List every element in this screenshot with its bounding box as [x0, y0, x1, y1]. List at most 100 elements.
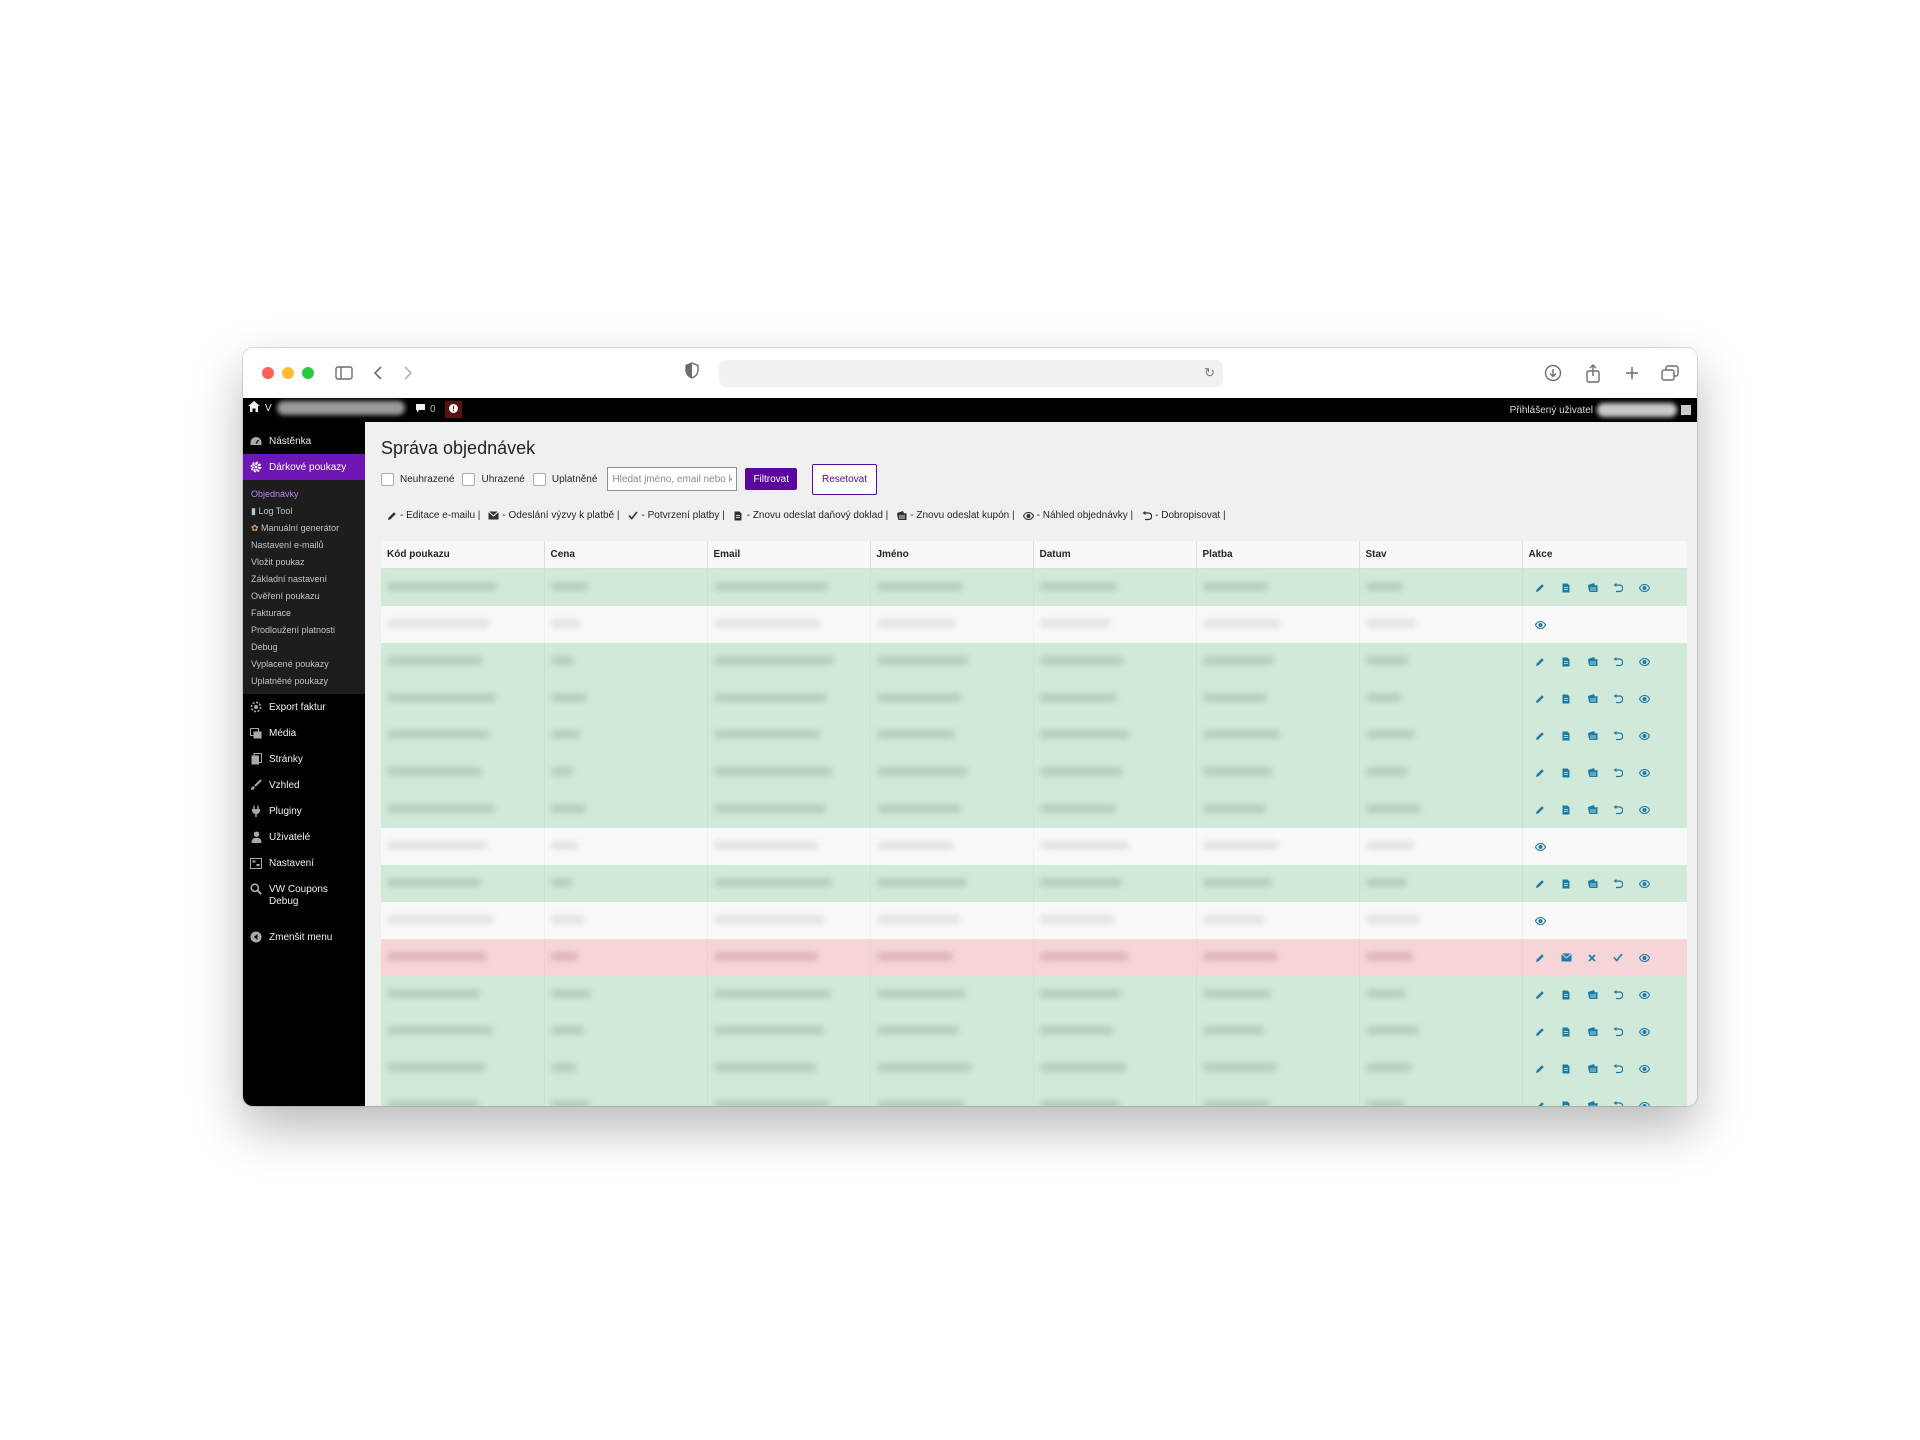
document-icon[interactable] — [1559, 765, 1574, 780]
menu-item-export-invoices[interactable]: Export faktur — [243, 694, 365, 720]
eye-icon[interactable] — [1637, 765, 1652, 780]
comments-link[interactable]: 0 — [415, 403, 436, 416]
eye-icon[interactable] — [1637, 987, 1652, 1002]
submenu-item-redeemed-vouchers[interactable]: Uplatněné poukazy — [243, 673, 365, 690]
menu-item-vw-coupons-debug[interactable]: VW Coupons Debug — [243, 876, 365, 924]
cross-icon[interactable] — [1585, 950, 1600, 965]
edit-icon[interactable] — [1533, 1098, 1548, 1106]
ticket-icon[interactable] — [1585, 580, 1600, 595]
menu-item-settings[interactable]: Nastavení — [243, 850, 365, 876]
eye-icon[interactable] — [1533, 839, 1548, 854]
undo-icon[interactable] — [1611, 1098, 1626, 1106]
eye-icon[interactable] — [1637, 691, 1652, 706]
menu-item-users[interactable]: Uživatelé — [243, 824, 365, 850]
ticket-icon[interactable] — [1585, 1098, 1600, 1106]
submenu-item-orders[interactable]: Objednávky — [243, 486, 365, 503]
menu-item-media[interactable]: Média — [243, 720, 365, 746]
address-bar[interactable]: ↻ — [719, 360, 1223, 387]
undo-icon[interactable] — [1611, 765, 1626, 780]
reload-icon[interactable]: ↻ — [1204, 365, 1215, 381]
ticket-icon[interactable] — [1585, 1061, 1600, 1076]
ticket-icon[interactable] — [1585, 691, 1600, 706]
undo-icon[interactable] — [1611, 1024, 1626, 1039]
alert-badge[interactable] — [445, 401, 462, 418]
edit-icon[interactable] — [1533, 1061, 1548, 1076]
menu-item-plugins[interactable]: Pluginy — [243, 798, 365, 824]
edit-icon[interactable] — [1533, 987, 1548, 1002]
user-account-menu[interactable]: Přihlášený uživatel — [1510, 403, 1691, 417]
reset-button[interactable]: Resetovat — [812, 463, 878, 495]
new-tab-icon[interactable] — [1621, 362, 1643, 384]
edit-icon[interactable] — [1533, 876, 1548, 891]
document-icon[interactable] — [1559, 987, 1574, 1002]
column-header-payment[interactable]: Platba — [1196, 541, 1360, 569]
column-header-price[interactable]: Cena — [544, 541, 708, 569]
column-header-date[interactable]: Datum — [1033, 541, 1197, 569]
document-icon[interactable] — [1559, 728, 1574, 743]
minimize-window-button[interactable] — [282, 367, 294, 379]
undo-icon[interactable] — [1611, 802, 1626, 817]
submenu-item-debug[interactable]: Debug — [243, 639, 365, 656]
paid-checkbox[interactable] — [462, 472, 476, 486]
back-icon[interactable] — [367, 362, 389, 384]
eye-icon[interactable] — [1637, 654, 1652, 669]
ticket-icon[interactable] — [1585, 765, 1600, 780]
document-icon[interactable] — [1559, 1061, 1574, 1076]
sidebar-toggle-icon[interactable] — [333, 362, 355, 384]
submenu-item-log-tool[interactable]: ▮ Log Tool — [243, 503, 365, 520]
menu-item-appearance[interactable]: Vzhled — [243, 772, 365, 798]
menu-item-gift-vouchers[interactable]: Dárkové poukazy — [243, 454, 365, 480]
undo-icon[interactable] — [1611, 691, 1626, 706]
redeemed-checkbox[interactable] — [532, 472, 546, 486]
eye-icon[interactable] — [1637, 728, 1652, 743]
eye-icon[interactable] — [1637, 1024, 1652, 1039]
eye-icon[interactable] — [1533, 913, 1548, 928]
mail-icon[interactable] — [1559, 950, 1574, 965]
edit-icon[interactable] — [1533, 1024, 1548, 1039]
document-icon[interactable] — [1559, 691, 1574, 706]
undo-icon[interactable] — [1611, 654, 1626, 669]
ticket-icon[interactable] — [1585, 654, 1600, 669]
submenu-item-invoicing[interactable]: Fakturace — [243, 605, 365, 622]
forward-icon[interactable] — [397, 362, 419, 384]
document-icon[interactable] — [1559, 580, 1574, 595]
submenu-item-email-settings[interactable]: Nastavení e-mailů — [243, 537, 365, 554]
submenu-item-manual-generator[interactable]: ✿ Manuální generátor — [243, 520, 365, 537]
edit-icon[interactable] — [1533, 802, 1548, 817]
column-header-voucher-code[interactable]: Kód poukazu — [381, 541, 545, 569]
undo-icon[interactable] — [1611, 876, 1626, 891]
document-icon[interactable] — [1559, 1024, 1574, 1039]
site-name-link[interactable]: V — [248, 401, 405, 415]
eye-icon[interactable] — [1637, 950, 1652, 965]
column-header-name[interactable]: Jméno — [870, 541, 1034, 569]
undo-icon[interactable] — [1611, 580, 1626, 595]
eye-icon[interactable] — [1637, 1061, 1652, 1076]
collapse-menu-button[interactable]: Zmenšit menu — [243, 924, 365, 950]
ticket-icon[interactable] — [1585, 876, 1600, 891]
eye-icon[interactable] — [1637, 802, 1652, 817]
submenu-item-insert-voucher[interactable]: Vložit poukaz — [243, 554, 365, 571]
menu-item-pages[interactable]: Stránky — [243, 746, 365, 772]
edit-icon[interactable] — [1533, 580, 1548, 595]
column-header-email[interactable]: Email — [707, 541, 871, 569]
privacy-shield-icon[interactable] — [685, 362, 699, 384]
eye-icon[interactable] — [1637, 876, 1652, 891]
document-icon[interactable] — [1559, 802, 1574, 817]
filter-button[interactable]: Filtrovat — [745, 468, 797, 490]
ticket-icon[interactable] — [1585, 728, 1600, 743]
search-input[interactable] — [607, 467, 738, 491]
undo-icon[interactable] — [1611, 1061, 1626, 1076]
document-icon[interactable] — [1559, 1098, 1574, 1106]
share-icon[interactable] — [1582, 362, 1604, 384]
submenu-item-basic-settings[interactable]: Základní nastavení — [243, 571, 365, 588]
edit-icon[interactable] — [1533, 950, 1548, 965]
undo-icon[interactable] — [1611, 728, 1626, 743]
close-window-button[interactable] — [262, 367, 274, 379]
submenu-item-extend-validity[interactable]: Prodloužení platnosti — [243, 622, 365, 639]
ticket-icon[interactable] — [1585, 987, 1600, 1002]
unpaid-checkbox[interactable] — [381, 472, 394, 486]
edit-icon[interactable] — [1533, 691, 1548, 706]
submenu-item-paid-out-vouchers[interactable]: Vyplacené poukazy — [243, 656, 365, 673]
edit-icon[interactable] — [1533, 654, 1548, 669]
edit-icon[interactable] — [1533, 728, 1548, 743]
